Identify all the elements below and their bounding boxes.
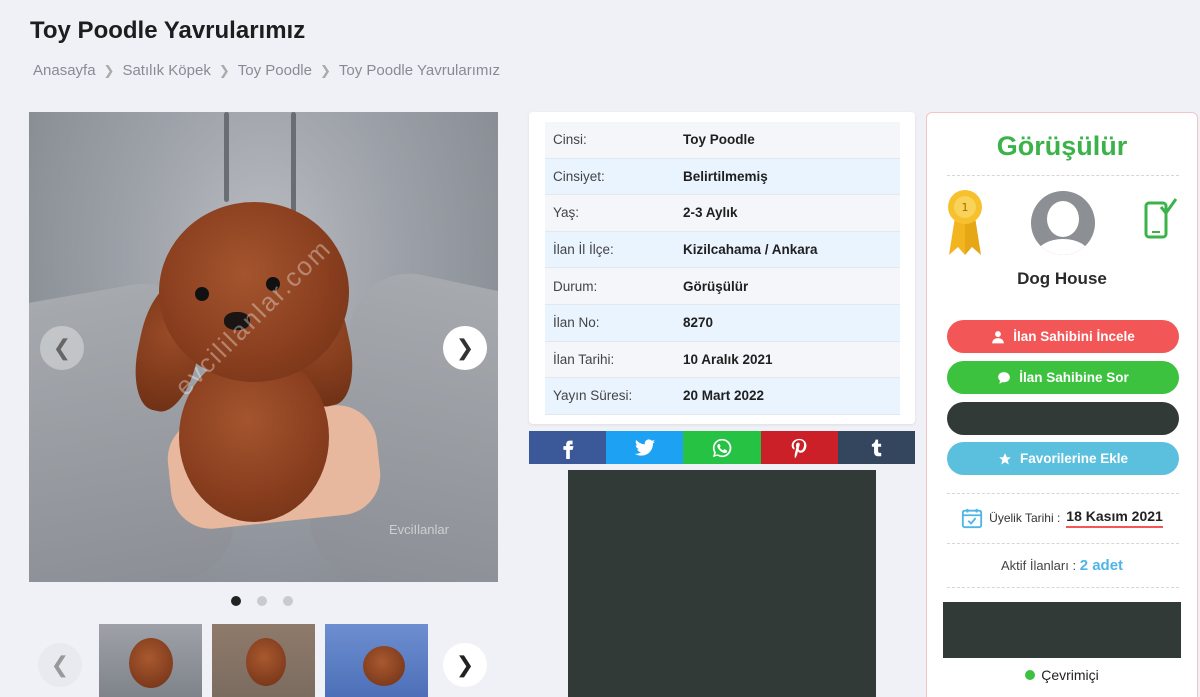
- detail-value: Kizilcahama / Ankara: [683, 242, 818, 258]
- listing-details-table: Cinsi: Toy Poodle Cinsiyet: Belirtilmemiş …: [545, 122, 900, 415]
- page-title: Toy Poodle Yavrularımız: [30, 17, 306, 44]
- detail-row-location: İlan İl İlçe: Kizilcahama / Ankara: [545, 231, 900, 269]
- slide-dot[interactable]: [231, 596, 241, 606]
- detail-row-breed: Cinsi: Toy Poodle: [545, 122, 900, 159]
- active-listings-count[interactable]: 2 adet: [1080, 557, 1123, 574]
- detail-row-status: Durum: Görüşülür: [545, 268, 900, 305]
- divider: [947, 175, 1179, 176]
- facebook-icon: [563, 440, 574, 459]
- divider: [947, 493, 1179, 494]
- photo-prev-button[interactable]: ❮: [40, 326, 84, 370]
- detail-key: İlan Tarihi:: [553, 351, 615, 367]
- chevron-right-icon: ❯: [455, 335, 475, 360]
- online-dot-icon: [1025, 670, 1036, 680]
- chevron-left-icon: ❮: [52, 335, 72, 360]
- price-status: Görüşülür: [996, 131, 1128, 161]
- breadcrumb-breed[interactable]: Toy Poodle: [238, 62, 312, 79]
- detail-value: 20 Mart 2022: [683, 388, 765, 404]
- detail-value: 8270: [683, 315, 714, 331]
- detail-value: Görüşülür: [683, 278, 749, 294]
- verified-phone-icon: [1144, 198, 1177, 239]
- chevron-right-icon: ❯: [103, 62, 115, 78]
- thumb-prev-button[interactable]: ❮: [38, 643, 82, 687]
- slide-dot[interactable]: [257, 596, 267, 606]
- divider: [947, 587, 1179, 588]
- detail-key: Yayın Süresi:: [553, 388, 633, 404]
- share-tumblr-button[interactable]: [837, 431, 916, 464]
- membership-label: Üyelik Tarihi :: [989, 511, 1061, 525]
- pinterest-icon: [791, 438, 807, 458]
- detail-value: Belirtilmemiş: [683, 168, 768, 184]
- user-icon: [992, 330, 1005, 343]
- calendar-check-icon: [962, 508, 983, 529]
- tumblr-icon: [872, 439, 882, 456]
- advertisement-block[interactable]: [568, 470, 876, 697]
- chevron-right-icon: ❯: [218, 62, 230, 78]
- seller-name[interactable]: Dog House: [927, 269, 1197, 289]
- membership-date: 18 Kasım 2021: [1066, 508, 1163, 528]
- inspect-seller-label: İlan Sahibini İncele: [1013, 329, 1135, 344]
- active-listings: Aktif İlanları : 2 adet: [927, 557, 1197, 574]
- detail-row-publish-duration: Yayın Süresi: 20 Mart 2022: [545, 378, 900, 415]
- add-favorite-button[interactable]: Favorilerine Ekle: [947, 442, 1179, 475]
- avatar[interactable]: [1031, 191, 1095, 255]
- inspect-seller-button[interactable]: İlan Sahibini İncele: [947, 320, 1179, 353]
- add-favorite-label: Favorilerine Ekle: [1019, 451, 1129, 466]
- detail-value: Toy Poodle: [683, 132, 755, 148]
- detail-row-age: Yaş: 2-3 Aylık: [545, 195, 900, 232]
- breadcrumb-category[interactable]: Satılık Köpek: [122, 62, 210, 79]
- share-whatsapp-button[interactable]: [683, 431, 761, 464]
- advertisement-block[interactable]: [943, 602, 1181, 658]
- chevron-right-icon: ❯: [455, 652, 475, 677]
- share-facebook-button[interactable]: [529, 431, 607, 464]
- chevron-left-icon: ❮: [50, 652, 70, 677]
- detail-key: Durum:: [553, 278, 598, 294]
- seller-card: Görüşülür 1 Dog House İlan Sahibini İnce…: [926, 112, 1198, 697]
- active-listings-label: Aktif İlanları :: [1000, 558, 1077, 573]
- svg-text:1: 1: [962, 201, 969, 214]
- share-pinterest-button[interactable]: [760, 431, 838, 464]
- detail-row-listing-no: İlan No: 8270: [545, 304, 900, 342]
- detail-key: Cinsiyet:: [553, 168, 605, 184]
- membership-info: Üyelik Tarihi : 18 Kasım 2021: [927, 507, 1197, 529]
- detail-value: 10 Aralık 2021: [683, 351, 773, 367]
- phone-number-button[interactable]: [947, 402, 1179, 435]
- detail-key: İlan No:: [553, 315, 600, 331]
- slide-dot[interactable]: [283, 596, 293, 606]
- ask-seller-label: İlan Sahibine Sor: [1019, 370, 1129, 385]
- twitter-icon: [634, 438, 655, 456]
- award-ribbon-icon: 1: [948, 190, 982, 255]
- breadcrumb-current[interactable]: Toy Poodle Yavrularımız: [339, 62, 500, 79]
- detail-value: 2-3 Aylık: [683, 205, 738, 221]
- detail-row-listing-date: İlan Tarihi: 10 Aralık 2021: [545, 341, 900, 379]
- whatsapp-icon: [712, 438, 732, 457]
- thumbnail[interactable]: [99, 624, 202, 697]
- chat-bubble-icon: [998, 371, 1011, 384]
- share-twitter-button[interactable]: [606, 431, 684, 464]
- detail-key: İlan İl İlçe:: [553, 242, 614, 258]
- divider: [947, 543, 1179, 544]
- chevron-right-icon: ❯: [319, 62, 331, 78]
- thumbnail[interactable]: [325, 624, 428, 697]
- thumbnail[interactable]: [212, 624, 315, 697]
- detail-key: Cinsi:: [553, 132, 587, 148]
- online-status-label: Çevrimiçi: [1041, 667, 1099, 683]
- detail-key: Yaş:: [553, 205, 580, 221]
- star-icon: [999, 452, 1011, 465]
- slide-indicator: [231, 596, 293, 606]
- detail-row-gender: Cinsiyet: Belirtilmemiş: [545, 158, 900, 196]
- thumb-next-button[interactable]: ❯: [443, 643, 487, 687]
- photo-watermark-logo: EvciIlanlar: [389, 522, 449, 537]
- breadcrumb-home[interactable]: Anasayfa: [33, 62, 96, 79]
- listing-details-card: Cinsi: Toy Poodle Cinsiyet: Belirtilmemiş …: [529, 112, 915, 424]
- photo-next-button[interactable]: ❯: [443, 326, 487, 370]
- online-status: Çevrimiçi: [927, 667, 1197, 683]
- breadcrumb: Anasayfa ❯ Satılık Köpek ❯ Toy Poodle ❯ …: [33, 62, 500, 79]
- ask-seller-button[interactable]: İlan Sahibine Sor: [947, 361, 1179, 394]
- share-bar: [529, 431, 916, 464]
- listing-main-photo[interactable]: evcililanlar.com EvciIlanlar: [29, 112, 498, 582]
